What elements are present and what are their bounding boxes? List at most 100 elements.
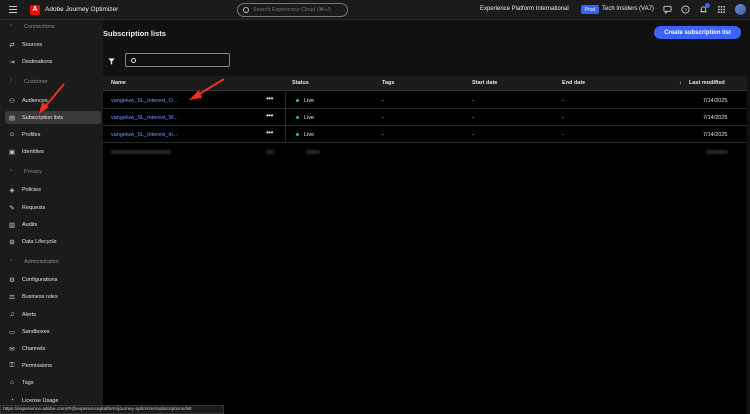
feedback-icon[interactable] (663, 5, 672, 15)
app-title: Adobe Journey Optimizer (45, 6, 119, 13)
sidebar-item-label: Audiences (22, 97, 48, 104)
live-status-dot (296, 99, 299, 103)
blurred-name (111, 150, 171, 154)
requests-icon: ✎ (9, 204, 15, 212)
row-end-date: - (562, 98, 564, 104)
sidebar-item-policies[interactable]: ◈ Policies (5, 183, 101, 196)
sidebar-item-alerts[interactable]: ♫ Alerts (5, 308, 101, 321)
sandbox-icon: ▭ (8, 328, 16, 336)
sidebar-item-label: Subscription lists (22, 114, 64, 121)
column-header-status[interactable]: Status (292, 80, 309, 86)
data-lifecycle-icon: ⊞ (9, 238, 15, 246)
main-content: Subscription lists Create subscription l… (103, 20, 750, 414)
sidebar-item-data-lifecycle[interactable]: ⊞ Data Lifecycle (5, 235, 101, 248)
live-status-dot (296, 116, 299, 120)
sidebar-item-profiles[interactable]: ☺ Profiles (5, 128, 101, 141)
sidebar-item-label: Profiles (22, 131, 41, 138)
sidebar-item-label: Identities (22, 148, 45, 155)
column-header-end-date[interactable]: End date (562, 80, 585, 86)
sidebar-item-label: Data Lifecycle (22, 238, 57, 245)
chevron-up-icon: ⌃ (9, 169, 14, 175)
live-status-dot (296, 133, 299, 137)
row-name-link[interactable]: vangeluw_SL_Interest_W... (111, 115, 178, 121)
column-divider (285, 109, 286, 126)
sidebar-item-label: License Usage (22, 397, 59, 404)
business-rules-icon: ⚖ (9, 293, 15, 301)
sources-icon: ⇄ (9, 41, 15, 49)
section-customer[interactable]: ⌃ Customer (0, 77, 103, 87)
section-connections[interactable]: ⌃ Connections (0, 22, 103, 32)
filter-icon[interactable] (108, 58, 115, 65)
table-row[interactable]: vangeluw_SL_Interest_W... ••• Live - - -… (103, 109, 747, 126)
sidebar-item-audits[interactable]: ▥ Audits (5, 218, 101, 231)
column-header-start-date[interactable]: Start date (472, 80, 497, 86)
sidebar-item-permissions[interactable]: ⚿ Permissions (5, 359, 101, 372)
more-actions-icon[interactable]: ••• (266, 112, 273, 120)
section-administration[interactable]: ⌃ Administration (0, 257, 103, 267)
row-name-link[interactable]: vangeluw_SL_Interest_in... (111, 132, 177, 138)
row-last-modified: 7/14/2025 (703, 115, 728, 121)
list-search-input[interactable] (125, 53, 230, 67)
sidebar-item-requests[interactable]: ✎ Requests (5, 201, 101, 214)
sidebar-item-sandboxes[interactable]: ▭ Sandboxes (5, 325, 101, 338)
blurred-actions (266, 150, 274, 154)
sidebar-item-configurations[interactable]: ⚙ Configurations (5, 273, 101, 286)
row-status: Live (296, 132, 314, 138)
sort-descending-icon[interactable]: ↓ (679, 80, 682, 86)
alert-bell-icon: ♫ (9, 311, 15, 318)
sidebar-item-identities[interactable]: ▣ Identities (5, 145, 101, 158)
channels-icon: ✉ (9, 345, 15, 353)
global-search-input[interactable] (253, 7, 341, 13)
app-switcher-grid-icon[interactable] (717, 5, 726, 14)
sidebar-item-label: Sources (22, 41, 43, 48)
row-tags: - (382, 132, 384, 138)
sidebar-item-audiences[interactable]: ⚇ Audiences (5, 94, 101, 107)
row-end-date: - (562, 115, 564, 121)
more-actions-icon[interactable]: ••• (266, 95, 273, 103)
sidebar-item-destinations[interactable]: ⇥ Destinations (5, 55, 101, 68)
tag-icon: ⌂ (10, 379, 14, 386)
user-avatar[interactable] (735, 4, 746, 15)
sidebar-item-label: Alerts (22, 311, 37, 318)
column-header-last-modified[interactable]: Last modified (689, 80, 725, 86)
section-privacy[interactable]: ⌃ Privacy (0, 167, 103, 177)
row-tags: - (382, 115, 384, 121)
row-start-date: - (472, 115, 474, 121)
help-icon[interactable]: ? (681, 5, 690, 14)
create-subscription-list-button[interactable]: Create subscription list (654, 26, 741, 39)
browser-status-url: https://experience.adobe.com/#/@experien… (0, 405, 224, 414)
sidebar-item-channels[interactable]: ✉ Channels (5, 342, 101, 355)
sidebar-item-sources[interactable]: ⇄ Sources (5, 38, 101, 51)
environment-badge[interactable]: Prod (581, 5, 599, 14)
global-search[interactable] (237, 3, 348, 17)
sidebar: ⌃ Connections ⇄ Sources ⇥ Destinations ⌃ Cus… (0, 20, 103, 414)
notification-badge (705, 3, 710, 8)
sidebar-item-label: Sandboxes (22, 328, 50, 335)
blurred-status (306, 150, 320, 154)
chevron-up-icon: ⌃ (9, 24, 14, 30)
sidebar-item-label: Audits (22, 221, 38, 228)
table-row[interactable]: vangeluw_SL_Interest_O... ••• Live - - -… (103, 92, 747, 109)
org-switcher[interactable]: Experience Platform International (480, 6, 569, 12)
sandbox-switcher[interactable]: Tech Insiders (VA7) (602, 6, 654, 12)
column-header-name[interactable]: Name (111, 80, 126, 86)
lock-icon: ⚿ (9, 361, 15, 369)
sidebar-item-label: Destinations (22, 58, 53, 65)
row-start-date: - (472, 132, 474, 138)
search-icon (131, 57, 136, 63)
sidebar-item-tags[interactable]: ⌂ Tags (5, 376, 101, 389)
sidebar-item-label: Policies (22, 186, 41, 193)
table-row[interactable]: vangeluw_SL_Interest_in... ••• Live - - … (103, 126, 747, 143)
identities-icon: ▣ (8, 148, 16, 156)
column-divider (285, 126, 286, 143)
row-name-link[interactable]: vangeluw_SL_Interest_O... (111, 98, 177, 104)
sidebar-item-business-rules[interactable]: ⚖ Business rules (5, 290, 101, 303)
sidebar-item-label: Business rules (22, 293, 58, 300)
column-header-tags[interactable]: Tags (382, 80, 394, 86)
subscription-lists-table: Name Status Tags Start date End date ↓ L… (103, 76, 747, 414)
more-actions-icon[interactable]: ••• (266, 129, 273, 137)
sidebar-item-subscription-lists[interactable]: ▤ Subscription lists (5, 111, 101, 124)
sidebar-item-label: Configurations (22, 276, 58, 283)
hamburger-menu-icon[interactable] (9, 6, 17, 13)
audiences-icon: ⚇ (9, 97, 15, 105)
